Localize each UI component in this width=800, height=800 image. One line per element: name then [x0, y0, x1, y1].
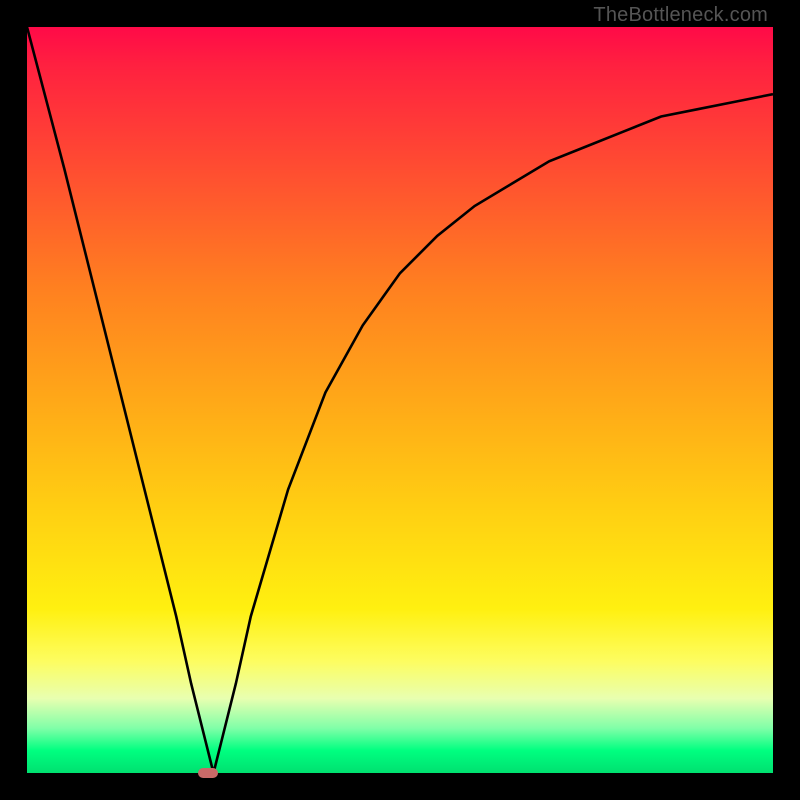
plot-area — [27, 27, 773, 773]
optimum-marker — [198, 768, 218, 778]
bottleneck-curve — [27, 27, 773, 773]
watermark-text: TheBottleneck.com — [593, 4, 768, 27]
curve-layer — [27, 27, 773, 773]
chart-frame: TheBottleneck.com — [0, 0, 800, 800]
